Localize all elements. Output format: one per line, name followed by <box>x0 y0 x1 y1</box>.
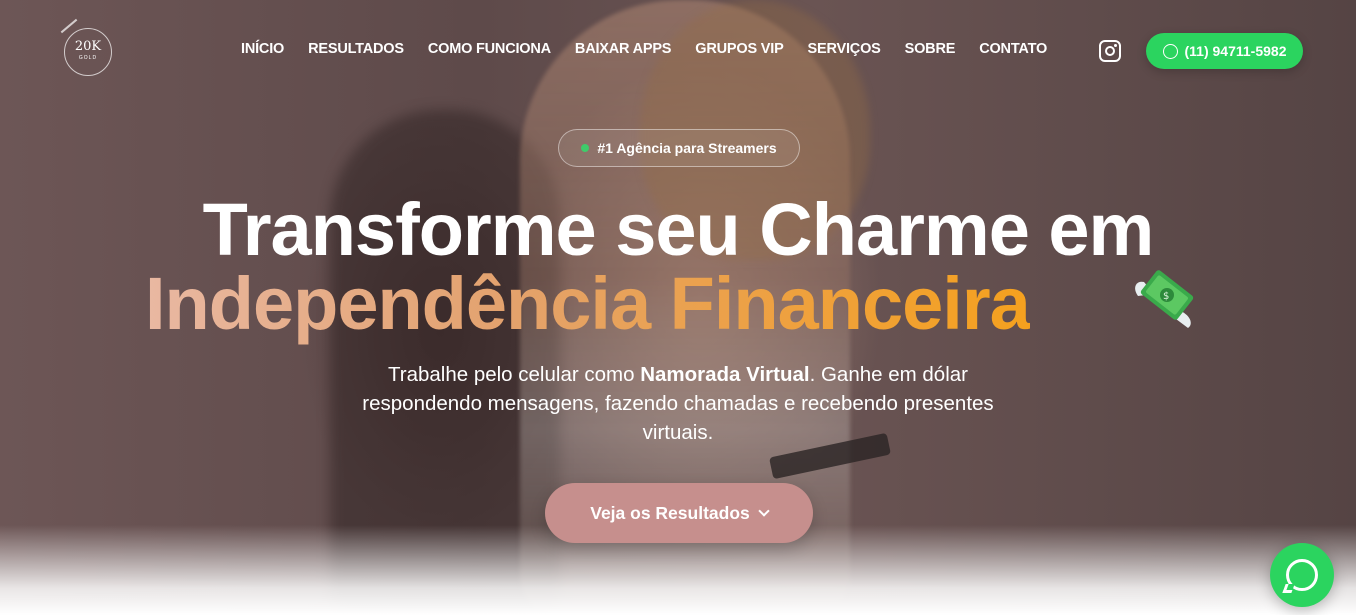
nav-item-como-funciona[interactable]: COMO FUNCIONA <box>428 41 551 61</box>
chevron-down-icon <box>758 505 770 517</box>
status-dot-icon <box>581 144 590 152</box>
headline-line-2: Independência Financeira <box>145 262 1031 345</box>
hero-badge: #1 Agência para Streamers <box>558 129 800 167</box>
headline-line-1: Transforme seu Charme em <box>202 188 1155 271</box>
subtitle-bold: Namorada Virtual <box>640 363 810 386</box>
hero-subtitle: Trabalhe pelo celular como Namorada Virt… <box>340 360 1016 447</box>
nav-item-inicio[interactable]: INÍCIO <box>241 41 284 61</box>
logo-sub-text: GOLD <box>78 55 98 61</box>
logo[interactable]: 20K GOLD <box>60 18 112 76</box>
nav-item-contato[interactable]: CONTATO <box>979 41 1047 61</box>
main-navigation: INÍCIO RESULTADOS COMO FUNCIONA BAIXAR A… <box>241 41 1071 61</box>
logo-main-text: 20K <box>74 39 102 54</box>
nav-item-grupos-vip[interactable]: GRUPOS VIP <box>695 41 783 61</box>
floating-whatsapp-button[interactable] <box>1270 543 1334 607</box>
badge-text: #1 Agência para Streamers <box>597 140 777 156</box>
see-results-button[interactable]: Veja os Resultados <box>545 483 813 543</box>
phone-number-label: (11) 94711-5982 <box>1184 43 1287 59</box>
instagram-icon[interactable] <box>1099 40 1121 62</box>
flying-money-icon: $ <box>1135 270 1194 328</box>
svg-text:$: $ <box>1163 291 1169 302</box>
cta-label: Veja os Resultados <box>590 502 750 523</box>
nav-item-sobre[interactable]: SOBRE <box>905 41 956 61</box>
nav-item-servicos[interactable]: SERVIÇOS <box>808 41 881 61</box>
whatsapp-phone-button[interactable]: (11) 94711-5982 <box>1146 33 1303 69</box>
whatsapp-chat-tail <box>1282 584 1295 593</box>
nav-item-resultados[interactable]: RESULTADOS <box>308 41 404 61</box>
subtitle-text-1: Trabalhe pelo celular como <box>387 363 641 386</box>
nav-item-baixar-apps[interactable]: BAIXAR APPS <box>575 41 672 61</box>
whatsapp-icon <box>1162 43 1178 59</box>
